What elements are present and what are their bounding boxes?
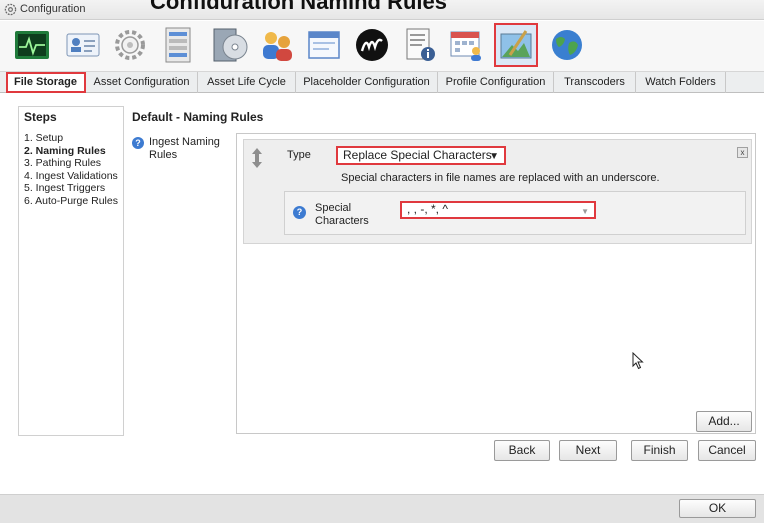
brand-logo-icon[interactable] [352, 25, 392, 65]
steps-list: 1. Setup 2. Naming Rules 3. Pathing Rule… [24, 132, 118, 207]
type-description: Special characters in file names are rep… [341, 172, 660, 184]
chevron-down-icon: ▼ [489, 151, 499, 162]
tab-transcoders[interactable]: Transcoders [554, 72, 636, 93]
header-overflow-text: Configuration Naming Rules [150, 0, 750, 9]
calendar-user-icon[interactable] [447, 25, 487, 65]
section-title: Default - Naming Rules [132, 110, 264, 124]
monitor-icon[interactable] [12, 25, 52, 65]
close-icon[interactable]: x [737, 147, 748, 158]
ok-button[interactable]: OK [679, 499, 756, 518]
type-label: Type [287, 149, 311, 161]
tab-profile-configuration[interactable]: Profile Configuration [438, 72, 554, 93]
tab-file-storage[interactable]: File Storage [6, 72, 86, 93]
tab-watch-folders[interactable]: Watch Folders [636, 72, 726, 93]
step-ingest-validations[interactable]: 4. Ingest Validations [24, 170, 118, 183]
window-title: Configuration [20, 3, 86, 15]
special-characters-label: Special Characters [315, 202, 369, 228]
mouse-cursor-icon [632, 352, 644, 370]
special-label-line1: Special [315, 202, 352, 214]
special-characters-value: , , -, *, ^ [407, 202, 448, 216]
bottom-bar: OK [0, 494, 764, 523]
tab-asset-life-cycle[interactable]: Asset Life Cycle [198, 72, 296, 93]
step-ingest-triggers[interactable]: 5. Ingest Triggers [24, 182, 118, 195]
tab-placeholder-configuration[interactable]: Placeholder Configuration [296, 72, 438, 93]
finish-button[interactable]: Finish [631, 440, 688, 461]
media-disc-icon[interactable] [210, 25, 250, 65]
ingest-label-line2: Rules [149, 149, 178, 161]
type-select-value: Replace Special Characters [343, 148, 492, 162]
tab-asset-configuration[interactable]: Asset Configuration [86, 72, 198, 93]
step-pathing-rules[interactable]: 3. Pathing Rules [24, 157, 118, 170]
help-icon[interactable]: ? [293, 206, 306, 219]
step-naming-rules[interactable]: 2. Naming Rules [24, 145, 118, 158]
back-button[interactable]: Back [494, 440, 550, 461]
step-setup[interactable]: 1. Setup [24, 132, 118, 145]
move-handle-icon[interactable] [250, 147, 264, 169]
config-tabs: File Storage Asset Configuration Asset L… [0, 71, 764, 93]
storage-image-icon[interactable] [494, 23, 538, 67]
user-card-icon[interactable] [63, 25, 103, 65]
window-icon[interactable] [304, 25, 344, 65]
module-toolbar [0, 21, 764, 71]
document-info-icon[interactable] [400, 25, 440, 65]
special-characters-input[interactable]: , , -, *, ^ ▼ [400, 201, 596, 219]
special-label-line2: Characters [315, 215, 369, 227]
help-icon[interactable]: ? [132, 137, 144, 149]
step-auto-purge-rules[interactable]: 6. Auto-Purge Rules [24, 195, 118, 208]
chevron-down-icon: ▼ [581, 207, 589, 216]
ingest-label-line1: Ingest Naming [149, 136, 220, 148]
type-select[interactable]: Replace Special Characters ▼ [336, 146, 506, 165]
next-button[interactable]: Next [559, 440, 617, 461]
steps-title: Steps [24, 110, 57, 124]
title-bar: Configuration Configuration Naming Rules [0, 0, 764, 20]
users-icon[interactable] [257, 25, 297, 65]
gear-icon[interactable] [110, 25, 150, 65]
gear-icon [4, 3, 17, 16]
globe-icon[interactable] [547, 25, 587, 65]
add-button[interactable]: Add... [696, 411, 752, 432]
server-icon[interactable] [158, 25, 198, 65]
cancel-button[interactable]: Cancel [698, 440, 756, 461]
